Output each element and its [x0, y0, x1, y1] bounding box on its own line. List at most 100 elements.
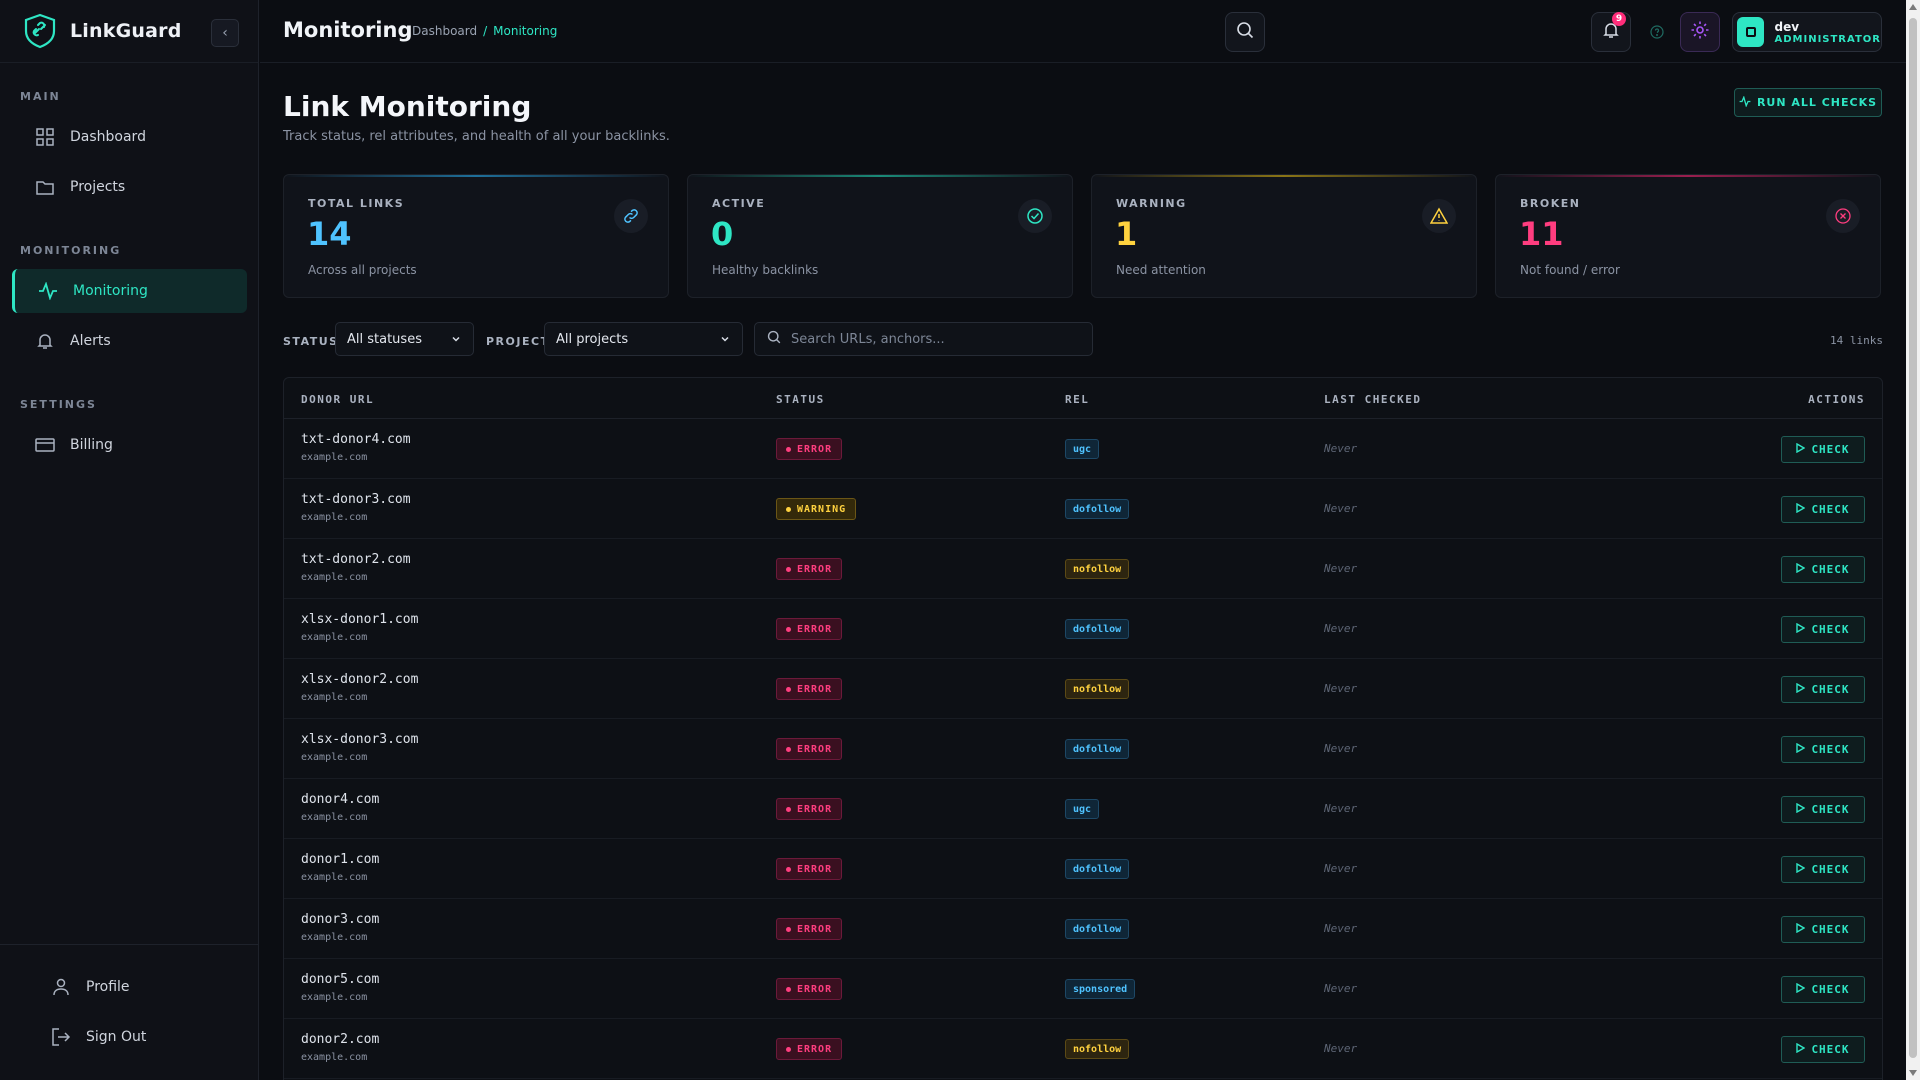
- table-row[interactable]: donor3.com example.com ERROR dofollow Never C…: [284, 899, 1882, 959]
- donor-url[interactable]: txt-donor4.com: [301, 432, 411, 447]
- rel-badge: nofollow: [1065, 559, 1130, 579]
- sidebar-item-projects[interactable]: Projects: [12, 165, 247, 209]
- play-icon: [1796, 682, 1806, 696]
- search-input[interactable]: Search URLs, anchors...: [754, 322, 1093, 356]
- breadcrumb-dashboard[interactable]: Dashboard: [412, 24, 477, 38]
- status-select[interactable]: All statuses: [335, 322, 474, 356]
- notifications-button[interactable]: 9: [1591, 12, 1631, 52]
- chevron-down-icon: [720, 333, 730, 348]
- stat-value: 1: [1115, 215, 1138, 253]
- donor-url[interactable]: donor3.com: [301, 912, 379, 927]
- rel-badge: sponsored: [1065, 979, 1136, 999]
- donor-url[interactable]: xlsx-donor2.com: [301, 672, 418, 687]
- table-row[interactable]: xlsx-donor2.com example.com ERROR nofollow N…: [284, 659, 1882, 719]
- page-scrollbar[interactable]: [1906, 0, 1920, 1080]
- page-title: Link Monitoring: [283, 90, 532, 123]
- status-text: ERROR: [797, 803, 833, 815]
- play-icon: [1796, 862, 1806, 876]
- check-button[interactable]: CHECK: [1781, 976, 1865, 1003]
- status-badge: ERROR: [776, 918, 843, 940]
- check-label: CHECK: [1811, 683, 1850, 696]
- sidebar-item-sign-out[interactable]: Sign Out: [28, 1015, 228, 1059]
- sidebar-item-billing[interactable]: Billing: [12, 423, 247, 467]
- table-row[interactable]: donor2.com example.com ERROR nofollow Never C…: [284, 1019, 1882, 1079]
- donor-url[interactable]: txt-donor2.com: [301, 552, 411, 567]
- sidebar: LinkGuard ‹ MAIN Dashboard Projects MONI…: [0, 0, 259, 1080]
- user-name: dev: [1774, 19, 1800, 34]
- user-menu[interactable]: dev ADMINISTRATOR: [1732, 12, 1882, 52]
- sidebar-item-label: Billing: [70, 437, 113, 453]
- donor-url[interactable]: donor2.com: [301, 1032, 379, 1047]
- target-url: example.com: [301, 752, 368, 763]
- table-row[interactable]: txt-donor4.com example.com ERROR ugc Never CH…: [284, 419, 1882, 479]
- donor-url[interactable]: txt-donor3.com: [301, 492, 411, 507]
- check-button[interactable]: CHECK: [1781, 736, 1865, 763]
- check-button[interactable]: CHECK: [1781, 616, 1865, 643]
- table-row[interactable]: xlsx-donor1.com example.com ERROR dofollow N…: [284, 599, 1882, 659]
- check-button[interactable]: CHECK: [1781, 1036, 1865, 1063]
- status-badge: ERROR: [776, 1038, 843, 1060]
- sidebar-item-label: Monitoring: [73, 283, 148, 299]
- sidebar-item-alerts[interactable]: Alerts: [12, 319, 247, 363]
- shield-logo-icon: [22, 13, 58, 49]
- check-button[interactable]: CHECK: [1781, 676, 1865, 703]
- status-badge: ERROR: [776, 438, 843, 460]
- table-row[interactable]: txt-donor2.com example.com ERROR nofollow Ne…: [284, 539, 1882, 599]
- table-row[interactable]: donor1.com example.com ERROR dofollow Never C…: [284, 839, 1882, 899]
- check-button[interactable]: CHECK: [1781, 856, 1865, 883]
- page-heading: Monitoring: [283, 18, 413, 42]
- breadcrumb-current: Monitoring: [493, 24, 558, 38]
- scroll-up-arrow[interactable]: [1909, 4, 1917, 10]
- sidebar-item-label: Alerts: [70, 333, 111, 349]
- col-donor-url[interactable]: DONOR URL: [301, 393, 374, 406]
- donor-url[interactable]: donor1.com: [301, 852, 379, 867]
- project-select[interactable]: All projects: [544, 322, 743, 356]
- search-icon: [1236, 21, 1254, 43]
- table-row[interactable]: xlsx-donor3.com example.com ERROR dofollow N…: [284, 719, 1882, 779]
- status-text: ERROR: [797, 863, 833, 875]
- sidebar-item-dashboard[interactable]: Dashboard: [12, 115, 247, 159]
- table-row[interactable]: donor4.com example.com ERROR ugc Never CHECK: [284, 779, 1882, 839]
- help-icon[interactable]: [1650, 24, 1666, 40]
- check-label: CHECK: [1811, 983, 1850, 996]
- col-actions: ACTIONS: [1808, 393, 1865, 406]
- table-row[interactable]: txt-donor3.com example.com WARNING dofollow…: [284, 479, 1882, 539]
- target-url: example.com: [301, 932, 368, 943]
- sidebar-item-label: Projects: [70, 179, 126, 195]
- col-rel[interactable]: REL: [1065, 393, 1089, 406]
- search-button[interactable]: [1225, 12, 1265, 52]
- last-checked: Never: [1324, 442, 1358, 455]
- app-name: LinkGuard: [70, 20, 182, 42]
- check-label: CHECK: [1811, 863, 1850, 876]
- check-button[interactable]: CHECK: [1781, 496, 1865, 523]
- sidebar-footer: Profile Sign Out: [0, 944, 259, 1080]
- stat-label: TOTAL LINKS: [308, 197, 405, 210]
- credit-card-icon: [34, 434, 56, 456]
- collapse-sidebar-button[interactable]: ‹: [211, 19, 239, 47]
- col-status[interactable]: STATUS: [776, 393, 825, 406]
- scroll-thumb[interactable]: [1909, 18, 1917, 1058]
- rel-badge: dofollow: [1065, 739, 1130, 759]
- scroll-down-arrow[interactable]: [1909, 1070, 1917, 1076]
- sidebar-item-profile[interactable]: Profile: [28, 965, 228, 1009]
- donor-url[interactable]: donor5.com: [301, 972, 379, 987]
- donor-url[interactable]: xlsx-donor3.com: [301, 732, 418, 747]
- sidebar-item-monitoring[interactable]: Monitoring: [12, 269, 247, 313]
- run-all-checks-button[interactable]: RUN ALL CHECKS: [1734, 88, 1882, 117]
- col-last-checked[interactable]: LAST CHECKED: [1324, 393, 1421, 406]
- check-button[interactable]: CHECK: [1781, 796, 1865, 823]
- last-checked: Never: [1324, 922, 1358, 935]
- table-row[interactable]: donor5.com example.com ERROR sponsored Never…: [284, 959, 1882, 1019]
- stat-desc: Need attention: [1116, 263, 1206, 277]
- activity-icon: [1739, 94, 1751, 110]
- check-button[interactable]: CHECK: [1781, 916, 1865, 943]
- filter-bar: STATUS All statuses PROJECT All projects…: [283, 322, 1883, 358]
- check-button[interactable]: CHECK: [1781, 556, 1865, 583]
- check-button[interactable]: CHECK: [1781, 436, 1865, 463]
- donor-url[interactable]: xlsx-donor1.com: [301, 612, 418, 627]
- play-icon: [1796, 622, 1806, 636]
- donor-url[interactable]: donor4.com: [301, 792, 379, 807]
- breadcrumb: Dashboard / Monitoring: [412, 24, 557, 38]
- breadcrumb-separator: /: [483, 24, 488, 38]
- settings-button[interactable]: [1680, 12, 1720, 52]
